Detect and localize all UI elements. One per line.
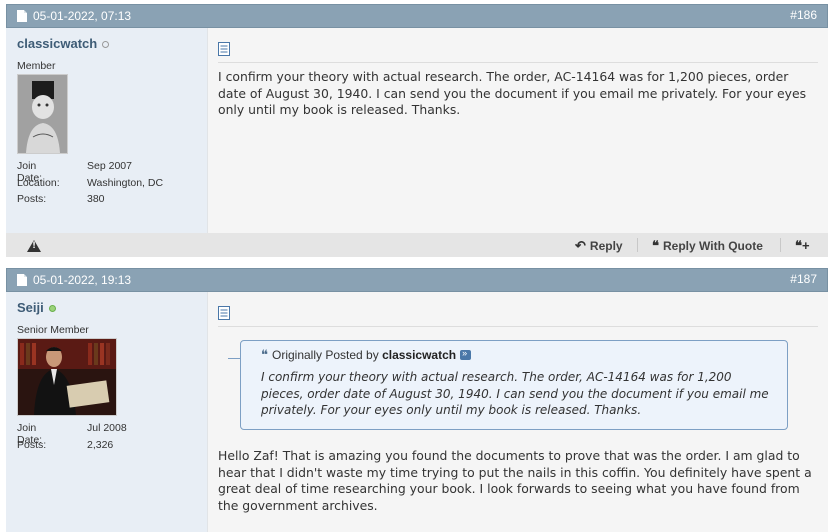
content-divider [218, 62, 818, 63]
join-date-value: Sep 2007 [87, 160, 132, 172]
post-number-link[interactable]: #186 [790, 8, 817, 22]
location-value: Washington, DC [87, 176, 164, 189]
avatar[interactable] [17, 74, 68, 154]
quote-header: ❝ Originally Posted by classicwatch [261, 347, 472, 363]
quote-bubble-icon: ❝ [652, 238, 659, 253]
post-message: Hello Zaf! That is amazing you found the… [218, 448, 812, 513]
quote-author: classicwatch [382, 348, 457, 362]
post-message: I confirm your theory with actual resear… [218, 69, 807, 117]
location-label: Location: [17, 176, 60, 189]
multi-quote-plus-icon[interactable]: ❝+ [795, 238, 810, 254]
reply-arrow-icon: ↶ [575, 238, 586, 253]
post-header: 05-01-2022, 07:13 #186 [6, 4, 828, 28]
report-warning-icon[interactable] [27, 240, 41, 252]
quote-marks-icon: ❝ [261, 347, 268, 362]
username-link[interactable]: Seiji [17, 300, 56, 315]
content-divider [218, 326, 818, 327]
user-info-panel: Seiji Senior Member Join Date: Jul 2008 … [6, 292, 208, 532]
post-date: 05-01-2022, 19:13 [33, 273, 132, 287]
posts-value: 2,326 [87, 438, 114, 451]
post-date: 05-01-2022, 07:13 [33, 9, 132, 23]
reply-with-quote-label[interactable]: Reply With Quote [663, 239, 763, 253]
post-icon [218, 42, 230, 56]
quote-text: I confirm your theory with actual resear… [261, 370, 769, 417]
post-body: Seiji Senior Member Join Date: Jul 2008 … [6, 292, 828, 532]
avatar[interactable] [17, 338, 117, 416]
reply-label[interactable]: Reply [590, 239, 623, 253]
reply-with-quote-button[interactable]: ❝ Reply With Quote [652, 238, 763, 254]
username-link[interactable]: classicwatch [17, 36, 110, 51]
reply-button[interactable]: ↶ Reply [575, 238, 623, 254]
offline-status-icon [102, 41, 110, 49]
post-187: 05-01-2022, 19:13 #187 Seiji Senior Memb… [6, 268, 828, 532]
posts-value: 380 [87, 193, 105, 205]
post-footer: ↶ Reply ❝ Reply With Quote ❝+ [6, 233, 828, 257]
join-date-value: Jul 2008 [87, 422, 127, 434]
quote-connector [228, 358, 241, 359]
view-post-icon[interactable] [460, 348, 472, 360]
posts-label: Posts: [17, 193, 47, 205]
user-title: Senior Member [17, 324, 89, 336]
footer-separator [780, 238, 781, 252]
post-186: 05-01-2022, 07:13 #186 classicwatch Memb… [6, 4, 828, 257]
post-icon [218, 306, 230, 320]
multi-quote-button[interactable]: ❝+ [795, 238, 814, 254]
quote-box: ❝ Originally Posted by classicwatch I con… [228, 340, 788, 430]
user-info-panel: classicwatch Member Join Date: Sep 2007 [6, 28, 208, 233]
posts-label: Posts: [17, 438, 47, 451]
username-text[interactable]: Seiji [17, 300, 44, 315]
quote-prefix: Originally Posted by [272, 348, 379, 362]
post-header: 05-01-2022, 19:13 #187 [6, 268, 828, 292]
post-number-link[interactable]: #187 [790, 272, 817, 286]
username-text[interactable]: classicwatch [17, 36, 97, 51]
post-document-icon [17, 10, 27, 22]
online-status-icon [48, 305, 56, 313]
post-body: classicwatch Member Join Date: Sep 2007 [6, 28, 828, 233]
post-document-icon [17, 274, 27, 286]
footer-separator [637, 238, 638, 252]
user-title: Member [17, 60, 56, 72]
